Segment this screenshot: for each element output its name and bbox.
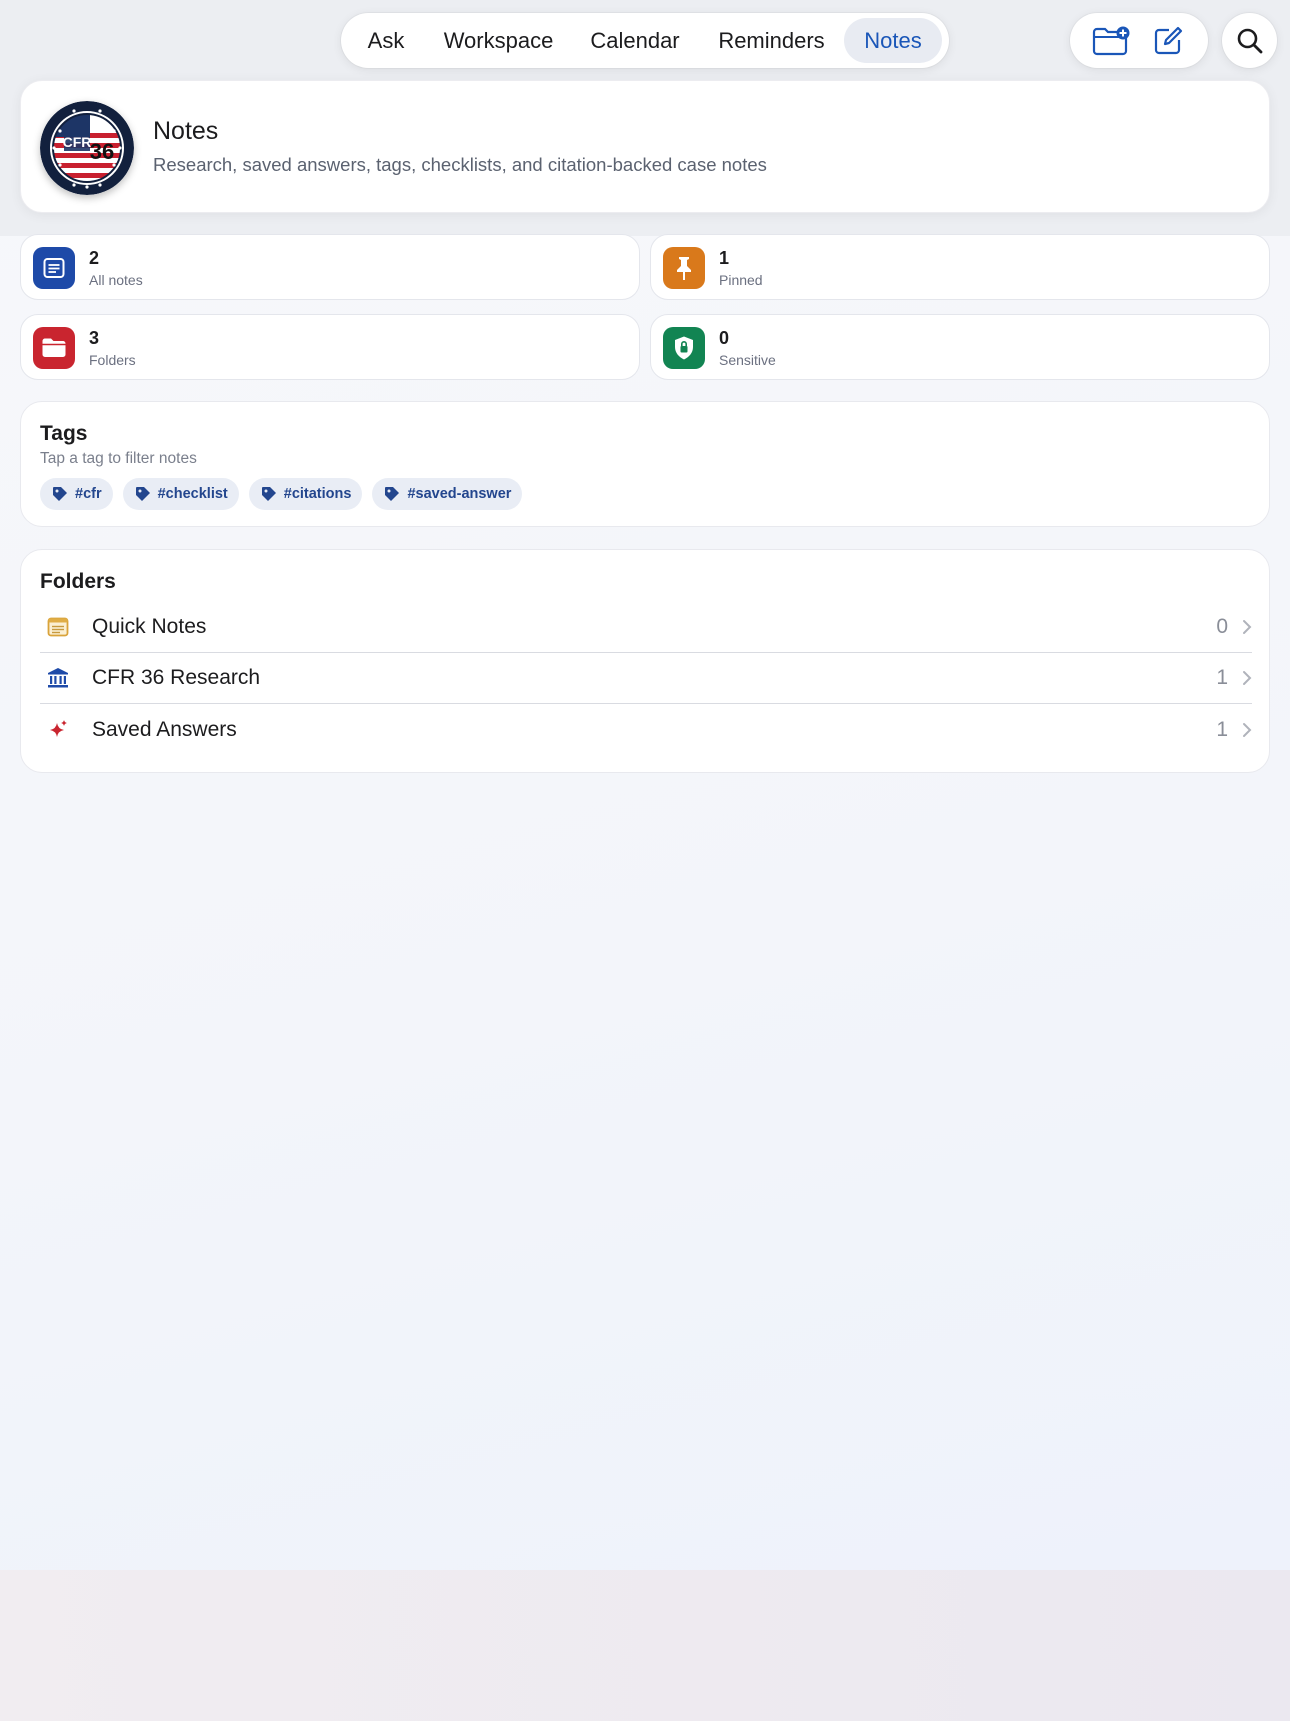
- tags-title: Tags: [40, 422, 88, 445]
- new-folder-icon: [1092, 26, 1129, 55]
- folder-count: 1: [1216, 717, 1228, 741]
- stat-value: 1: [719, 248, 730, 268]
- tags-subtitle: Tap a tag to filter notes: [40, 450, 197, 467]
- folder-row-saved-answers[interactable]: Saved Answers 1: [40, 704, 1252, 755]
- toolbar-actions: [1070, 13, 1208, 68]
- tag-icon: [261, 487, 276, 501]
- tag-label: #checklist: [157, 486, 228, 502]
- tag-label: #saved-answer: [407, 486, 512, 502]
- compose-button[interactable]: [1146, 19, 1190, 63]
- stat-label: Pinned: [719, 272, 763, 288]
- page-title: Notes: [153, 117, 219, 145]
- lock-shield-icon: [663, 327, 705, 369]
- pin-icon: [663, 247, 705, 289]
- tab-ask[interactable]: Ask: [346, 18, 426, 63]
- stat-pinned[interactable]: 1 Pinned: [650, 234, 1270, 300]
- tag-icon: [385, 487, 400, 501]
- new-folder-button[interactable]: [1089, 19, 1133, 63]
- folders-card: Folders Quick Notes 0 CFR 36 Research 1 …: [20, 549, 1270, 773]
- page-subtitle: Research, saved answers, tags, checklist…: [153, 154, 767, 175]
- tag-icon: [135, 487, 150, 501]
- cfr36-logo: CFR 36: [40, 101, 134, 195]
- note-icon: [40, 617, 76, 637]
- search-icon: [1237, 28, 1262, 53]
- chevron-right-icon: [1243, 722, 1252, 737]
- folders-title: Folders: [40, 570, 116, 593]
- folder-name: Saved Answers: [92, 717, 237, 741]
- folder-count: 0: [1216, 615, 1228, 638]
- tab-calendar[interactable]: Calendar: [571, 18, 699, 63]
- notes-list-icon: [33, 247, 75, 289]
- stat-folders[interactable]: 3 Folders: [20, 314, 640, 380]
- compose-icon: [1154, 26, 1182, 54]
- stat-value: 3: [89, 328, 100, 348]
- chevron-right-icon: [1243, 620, 1252, 634]
- tag-icon: [53, 487, 67, 501]
- folder-count: 1: [1216, 666, 1228, 689]
- folder-name: CFR 36 Research: [92, 666, 261, 689]
- folder-name: Quick Notes: [92, 615, 207, 638]
- building-columns-icon: [40, 667, 76, 689]
- stat-label: All notes: [89, 272, 143, 288]
- svg-text:CFR: CFR: [63, 134, 92, 150]
- tag-label: #cfr: [75, 486, 102, 502]
- folder-row-cfr36-research[interactable]: CFR 36 Research 1: [40, 653, 1252, 704]
- tag-list: #cfr #checklist #citations #saved-answer: [40, 478, 523, 510]
- stat-all-notes[interactable]: 2 All notes: [20, 234, 640, 300]
- stat-value: 2: [89, 248, 100, 268]
- stat-sensitive[interactable]: 0 Sensitive: [650, 314, 1270, 380]
- svg-text:36: 36: [90, 139, 114, 164]
- tag-label: #citations: [283, 486, 352, 502]
- folder-row-quick-notes[interactable]: Quick Notes 0: [40, 602, 1252, 653]
- tag-chip-cfr[interactable]: #cfr: [40, 478, 113, 510]
- tag-chip-saved-answer[interactable]: #saved-answer: [372, 478, 523, 510]
- folder-icon: [33, 327, 75, 369]
- stat-label: Sensitive: [719, 352, 776, 368]
- tag-chip-citations[interactable]: #citations: [248, 478, 363, 510]
- top-tab-bar: Ask Workspace Calendar Reminders Notes: [341, 13, 949, 68]
- tags-card: Tags Tap a tag to filter notes #cfr #che…: [20, 401, 1270, 527]
- bottom-area: [0, 1570, 1290, 1721]
- notes-header-card: CFR 36 Notes Research, saved answers, ta…: [20, 80, 1270, 213]
- stat-value: 0: [719, 328, 730, 348]
- chevron-right-icon: [1243, 671, 1252, 685]
- tag-chip-checklist[interactable]: #checklist: [122, 478, 239, 510]
- sparkles-icon: [40, 719, 76, 741]
- tab-notes[interactable]: Notes: [844, 18, 942, 63]
- tab-workspace[interactable]: Workspace: [426, 18, 571, 63]
- search-button[interactable]: [1222, 13, 1277, 68]
- stat-label: Folders: [89, 352, 136, 368]
- tab-reminders[interactable]: Reminders: [699, 18, 844, 63]
